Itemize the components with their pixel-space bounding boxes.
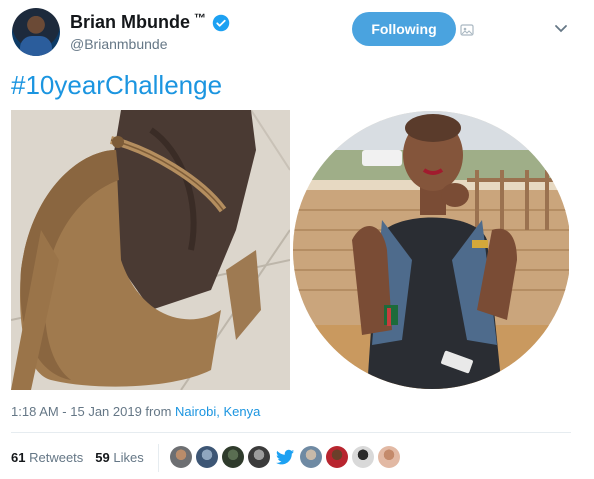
retweets-stat[interactable]: 61 Retweets xyxy=(11,450,83,465)
retweets-label: Retweets xyxy=(29,450,84,465)
liker-avatar-1[interactable] xyxy=(170,446,192,468)
stats-separator xyxy=(158,444,159,472)
author-name-row[interactable]: Brian Mbunde ™ xyxy=(70,10,230,33)
likes-stat[interactable]: 59 Likes xyxy=(95,450,143,465)
liker-avatar-9[interactable] xyxy=(378,446,400,468)
liker-avatar-8[interactable] xyxy=(352,446,374,468)
author-display-name[interactable]: Brian Mbunde xyxy=(70,12,190,33)
liker-avatar-2[interactable] xyxy=(196,446,218,468)
shoe-illustration xyxy=(11,110,290,390)
stats-divider xyxy=(11,432,571,433)
left-photo-shoe[interactable] xyxy=(11,110,290,390)
author-handle[interactable]: @Brianmbunde xyxy=(70,36,168,52)
liker-avatar-3[interactable] xyxy=(222,446,244,468)
chevron-down-icon[interactable] xyxy=(554,24,568,34)
media-grid xyxy=(11,110,569,390)
liker-avatar-6[interactable] xyxy=(300,446,322,468)
liker-avatars xyxy=(170,446,400,468)
trademark-symbol: ™ xyxy=(194,10,206,25)
tweet-hashtag[interactable]: #10yearChallenge xyxy=(11,70,222,101)
liker-avatar-4[interactable] xyxy=(248,446,270,468)
tweet-timestamp: 1:18 AM - 15 Jan 2019 from Nairobi, Keny… xyxy=(11,404,260,419)
likes-count: 59 xyxy=(95,450,110,465)
right-photo-woman[interactable] xyxy=(292,110,569,390)
twitter-bird-icon[interactable] xyxy=(274,446,296,468)
tweet-time[interactable]: 1:18 AM - 15 Jan 2019 from xyxy=(11,404,175,419)
woman-circle-illustration xyxy=(293,111,569,389)
verified-badge-icon xyxy=(212,14,230,31)
following-button[interactable]: Following xyxy=(352,12,456,46)
liker-avatar-7[interactable] xyxy=(326,446,348,468)
author-avatar[interactable] xyxy=(12,8,60,56)
engagement-stats: 61 Retweets 59 Likes xyxy=(11,450,144,465)
notification-toggle-icon[interactable] xyxy=(460,24,474,36)
avatar-shirt xyxy=(20,36,52,56)
likes-label: Likes xyxy=(113,450,144,465)
retweets-count: 61 xyxy=(11,450,26,465)
tweet-location-link[interactable]: Nairobi, Kenya xyxy=(175,404,260,419)
